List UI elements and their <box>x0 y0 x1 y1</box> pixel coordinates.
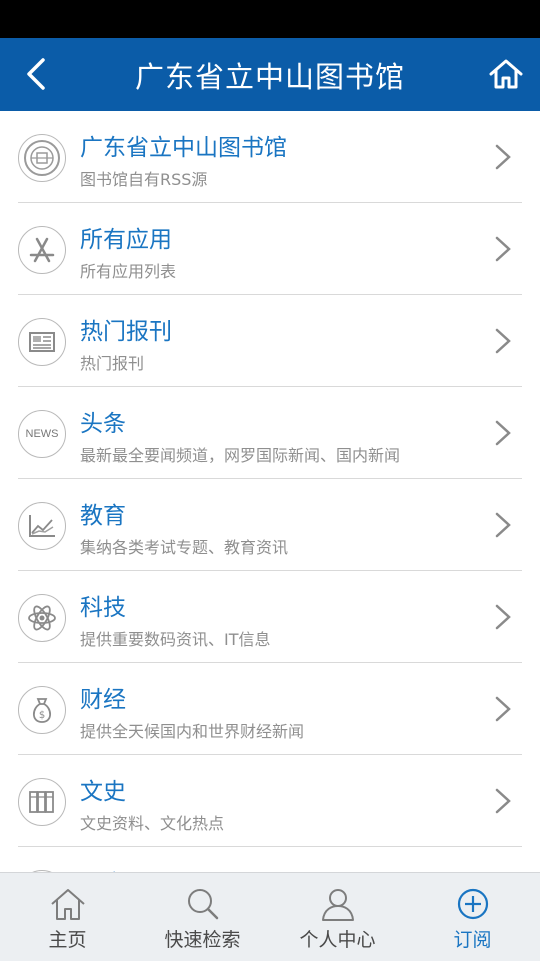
list-item[interactable]: NEWS 头条 最新最全要闻频道，网罗国际新闻、国内新闻 <box>18 387 522 479</box>
tab-home[interactable]: 主页 <box>0 873 135 961</box>
list-item-subtitle: 热门报刊 <box>80 354 145 373</box>
header-bar: 广东省立中山图书馆 <box>0 38 540 111</box>
chevron-right-icon <box>495 696 511 722</box>
list-item-title: 广东省立中山图书馆 <box>80 135 287 161</box>
subscription-list: 广东省立中山图书馆 图书馆自有RSS源 所有应用 所有应用列表 热门报刊 热门报… <box>0 111 540 872</box>
list-item-title: 科技 <box>80 595 126 621</box>
tab-label: 个人中心 <box>299 929 376 951</box>
chevron-right-icon <box>495 512 511 538</box>
back-button[interactable] <box>14 52 58 96</box>
list-item-subtitle: 集纳各类考试专题、教育资讯 <box>80 538 289 557</box>
list-item-title: 所有应用 <box>80 227 172 253</box>
chevron-right-icon <box>495 144 511 170</box>
chevron-right-icon <box>495 604 511 630</box>
search-icon <box>187 889 218 920</box>
list-item-subtitle: 提供重要数码资讯、IT信息 <box>80 630 271 649</box>
list-item-subtitle: 最新最全要闻频道，网罗国际新闻、国内新闻 <box>80 446 401 465</box>
books-icon <box>18 778 66 826</box>
tab-subscribe[interactable]: 订阅 <box>405 873 540 961</box>
chevron-right-icon <box>495 420 511 446</box>
list-item[interactable]: 人文 <box>18 847 522 872</box>
list-item-subtitle: 文史资料、文化热点 <box>80 814 225 833</box>
app-store-icon <box>18 226 66 274</box>
chart-icon <box>18 502 66 550</box>
bottom-tab-bar: 主页 快速检索 个人中心 订阅 <box>0 872 540 961</box>
list-item-subtitle: 所有应用列表 <box>80 262 177 281</box>
list-item[interactable]: 广东省立中山图书馆 图书馆自有RSS源 <box>18 111 522 203</box>
list-item[interactable]: $ 财经 提供全天候国内和世界财经新闻 <box>18 663 522 755</box>
home-icon <box>50 889 85 920</box>
chevron-right-icon <box>495 236 511 262</box>
tab-profile[interactable]: 个人中心 <box>270 873 405 961</box>
plus-circle-icon <box>457 888 488 920</box>
page-title: 广东省立中山图书馆 <box>134 59 405 94</box>
tab-search[interactable]: 快速检索 <box>135 873 270 961</box>
list-item-title: 头条 <box>80 411 126 437</box>
chevron-left-icon <box>27 58 45 90</box>
status-bar <box>0 0 540 38</box>
home-button[interactable] <box>484 52 528 96</box>
svg-text:$: $ <box>39 710 45 721</box>
list-item-title: 热门报刊 <box>80 319 172 345</box>
list-item-subtitle: 图书馆自有RSS源 <box>80 170 208 189</box>
list-item-title: 财经 <box>80 687 126 713</box>
news-icon: NEWS <box>18 410 66 458</box>
tab-label: 订阅 <box>453 929 492 951</box>
tab-label: 主页 <box>48 929 87 951</box>
list-item[interactable]: 热门报刊 热门报刊 <box>18 295 522 387</box>
library-seal-icon <box>18 134 66 182</box>
home-icon <box>489 59 523 89</box>
chevron-right-icon <box>495 788 511 814</box>
newspaper-icon <box>18 318 66 366</box>
list-item[interactable]: 科技 提供重要数码资讯、IT信息 <box>18 571 522 663</box>
list-item[interactable]: 教育 集纳各类考试专题、教育资讯 <box>18 479 522 571</box>
news-icon-text: NEWS <box>25 428 59 440</box>
list-item[interactable]: 所有应用 所有应用列表 <box>18 203 522 295</box>
list-item-title: 人文 <box>80 864 126 872</box>
tab-label: 快速检索 <box>164 929 241 951</box>
chevron-right-icon <box>495 328 511 354</box>
list-item-subtitle: 提供全天候国内和世界财经新闻 <box>80 722 305 741</box>
user-icon <box>321 889 354 921</box>
list-item-title: 文史 <box>80 779 126 805</box>
list-item[interactable]: 文史 文史资料、文化热点 <box>18 755 522 847</box>
money-bag-icon: $ <box>18 686 66 734</box>
list-item-title: 教育 <box>80 503 126 529</box>
atom-icon <box>18 594 66 642</box>
